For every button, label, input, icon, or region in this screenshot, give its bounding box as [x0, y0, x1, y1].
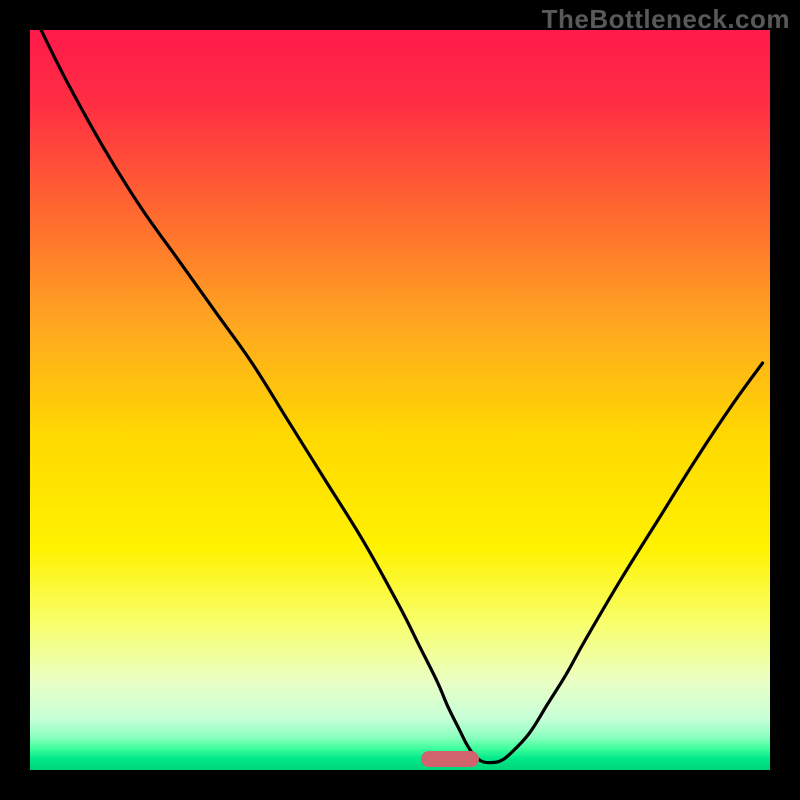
optimal-marker — [421, 751, 479, 767]
chart-frame: TheBottleneck.com — [0, 0, 800, 800]
watermark-text: TheBottleneck.com — [542, 4, 790, 35]
bottleneck-curve — [30, 30, 770, 770]
